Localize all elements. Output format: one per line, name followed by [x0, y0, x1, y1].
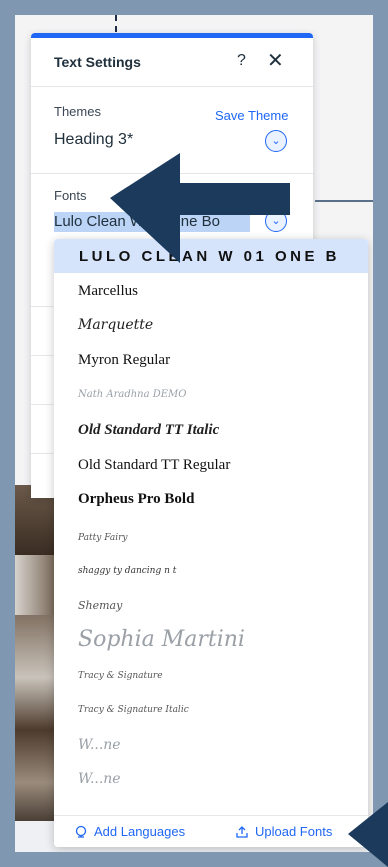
background-image-detail [15, 555, 55, 615]
font-option[interactable]: Marcellus [78, 283, 138, 300]
themes-label: Themes [54, 104, 101, 119]
font-option[interactable]: Sophia Martini [78, 627, 245, 652]
font-option[interactable]: Tracy & Signature Italic [78, 705, 189, 715]
font-option[interactable]: Old Standard TT Italic [78, 422, 219, 439]
font-option[interactable]: shaggy ty dancing n t [78, 566, 176, 576]
add-languages-button[interactable]: Add Languages [74, 824, 185, 839]
annotation-corner-arrow-icon [348, 802, 388, 867]
font-option[interactable]: W...ne [78, 737, 121, 753]
font-option[interactable]: Tracy & Signature [78, 671, 163, 681]
theme-select-value[interactable]: Heading 3* [54, 131, 133, 149]
annotation-connector-line [315, 200, 373, 202]
annotation-arrow-icon [110, 153, 290, 263]
font-option[interactable]: Orpheus Pro Bold [78, 491, 194, 508]
add-languages-label: Add Languages [94, 824, 186, 839]
font-option[interactable]: W...ne [78, 771, 121, 787]
font-option[interactable]: Nath Aradhna DEMO [78, 389, 187, 400]
font-option[interactable]: Old Standard TT Regular [78, 457, 230, 474]
font-option[interactable]: Shemay [78, 599, 122, 612]
chevron-down-icon[interactable]: ⌄ [265, 130, 287, 152]
background-image [15, 485, 55, 835]
upload-fonts-button[interactable]: Upload Fonts [235, 824, 332, 839]
font-dropdown-list: LULO CLEAN W 01 ONE B Marcellus Marquett… [54, 239, 368, 847]
globe-icon [75, 825, 87, 838]
font-option[interactable]: Myron Regular [78, 352, 170, 369]
upload-fonts-label: Upload Fonts [255, 824, 333, 839]
font-option[interactable]: Patty Fairy [78, 533, 127, 543]
panel-row-dividers [31, 258, 53, 478]
help-icon[interactable]: ? [237, 52, 246, 70]
dropdown-footer: Add Languages Upload Fonts [54, 815, 368, 847]
font-option[interactable]: Marquette [78, 317, 153, 333]
save-theme-link[interactable]: Save Theme [215, 108, 288, 123]
panel-header: Text Settings ? ✕ [31, 38, 313, 87]
upload-icon [236, 825, 248, 838]
fonts-label: Fonts [54, 188, 87, 203]
workspace-canvas: Text Settings ? ✕ Themes Save Theme Head… [15, 15, 373, 852]
panel-title: Text Settings [54, 54, 141, 70]
close-icon[interactable]: ✕ [267, 48, 284, 73]
